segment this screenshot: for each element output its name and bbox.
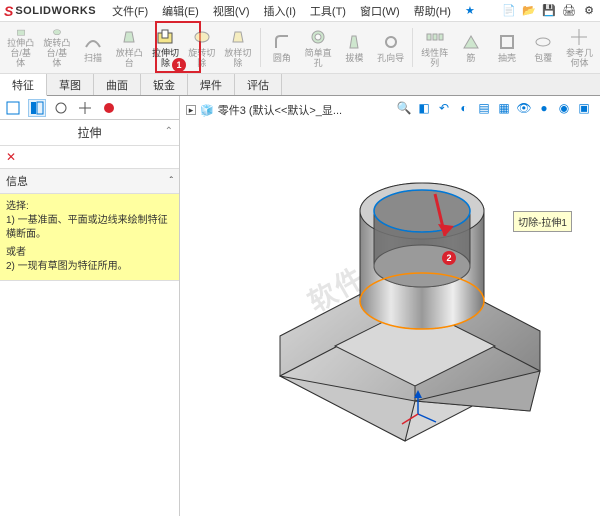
menu-help[interactable]: 帮助(H): [408, 1, 457, 21]
menu-quick-icons: 📄 📂 💾 🖨 ⚙: [502, 4, 596, 18]
tab-weld[interactable]: 焊件: [188, 74, 235, 95]
property-title: 拉伸 ⌃: [0, 120, 179, 146]
ribbon-separator-2: [412, 28, 413, 67]
display-style-icon[interactable]: ▦: [496, 100, 512, 116]
ribbon-sweep[interactable]: 扫描: [76, 24, 109, 72]
part-icon: 🧊: [200, 104, 214, 117]
menu-tools[interactable]: 工具(T): [304, 1, 352, 21]
property-message-box: 选择: 1) 一基准面、平面或边线来绘制特征横断面。 或者 2) 一现有草图为特…: [0, 194, 179, 281]
scene-icon[interactable]: ◉: [556, 100, 572, 116]
ribbon-loft-boss[interactable]: 放样凸台: [113, 24, 146, 72]
msg-line2: 2) 一现有草图为特征所用。: [6, 260, 173, 274]
zoom-area-icon[interactable]: ◧: [416, 100, 432, 116]
property-manager: 拉伸 ⌃ ✕ 信息 ˆ 选择: 1) 一基准面、平面或边线来绘制特征横断面。 或…: [0, 96, 180, 516]
ribbon-hole-wizard[interactable]: 孔向导: [374, 24, 407, 72]
sidebar-tab-feature-tree[interactable]: [4, 99, 22, 117]
property-pin-icon[interactable]: ⌃: [165, 126, 173, 137]
expand-icon[interactable]: ▸: [186, 105, 196, 115]
highlight-badge-2: 2: [442, 251, 456, 265]
ribbon-loft-cut[interactable]: 放样切除: [221, 24, 254, 72]
ribbon-revolve-cut[interactable]: 旋转切除: [185, 24, 218, 72]
sidebar-tab-strip: [0, 96, 179, 120]
ribbon-revolve-boss[interactable]: 旋转凸台/基体: [40, 24, 73, 72]
ribbon-toolbar: 1 拉伸凸台/基体 旋转凸台/基体 扫描 放样凸台 拉伸切除 旋转切除 放样切除…: [0, 22, 600, 74]
feature-callout[interactable]: 切除-拉伸1: [513, 211, 572, 232]
main-area: 拉伸 ⌃ ✕ 信息 ˆ 选择: 1) 一基准面、平面或边线来绘制特征横断面。 或…: [0, 96, 600, 516]
command-manager-tabs: 特征 草图 曲面 钣金 焊件 评估: [0, 74, 600, 96]
prev-view-icon[interactable]: ↶: [436, 100, 452, 116]
msg-select: 选择:: [6, 200, 173, 214]
ribbon-separator-1: [260, 28, 261, 67]
logo-prefix: S: [4, 3, 13, 19]
breadcrumb-part-name: 零件3 (默认<<默认>_显...: [218, 102, 342, 118]
tab-feature[interactable]: 特征: [0, 74, 47, 96]
menu-file[interactable]: 文件(F): [106, 1, 154, 21]
menu-bar: S SOLIDWORKS 文件(F) 编辑(E) 视图(V) 插入(I) 工具(…: [0, 0, 600, 22]
open-icon[interactable]: 📂: [522, 4, 536, 18]
menu-insert[interactable]: 插入(I): [258, 1, 302, 21]
tab-surface[interactable]: 曲面: [94, 74, 141, 95]
sidebar-tab-dim[interactable]: [76, 99, 94, 117]
ribbon-wrap[interactable]: 包覆: [527, 24, 560, 72]
ribbon-simple-hole[interactable]: 简单直孔: [302, 24, 335, 72]
appearance-icon[interactable]: ●: [536, 100, 552, 116]
msg-or: 或者: [6, 246, 173, 260]
property-info-header[interactable]: 信息 ˆ: [0, 169, 179, 194]
msg-line1: 1) 一基准面、平面或边线来绘制特征横断面。: [6, 214, 173, 242]
save-icon[interactable]: 💾: [542, 4, 556, 18]
print-icon[interactable]: 🖨: [562, 4, 576, 18]
property-info-label: 信息: [6, 173, 28, 189]
view-orient-icon[interactable]: ▤: [476, 100, 492, 116]
model-3d-view[interactable]: [240, 146, 580, 476]
tab-sheet[interactable]: 钣金: [141, 74, 188, 95]
property-title-text: 拉伸: [77, 126, 101, 140]
ribbon-extrude-cut[interactable]: 拉伸切除: [149, 24, 182, 72]
zoom-fit-icon[interactable]: 🔍: [396, 100, 412, 116]
hide-show-icon[interactable]: 👁: [516, 100, 532, 116]
ribbon-extrude-boss[interactable]: 拉伸凸台/基体: [4, 24, 37, 72]
collapse-icon[interactable]: ˆ: [170, 176, 173, 187]
property-close-row: ✕: [0, 146, 179, 169]
tab-evaluate[interactable]: 评估: [235, 74, 282, 95]
heads-up-toolbar: 🔍 ◧ ↶ ◐ ▤ ▦ 👁 ● ◉ ▣: [396, 100, 592, 116]
ribbon-linear-pattern[interactable]: 线性阵列: [418, 24, 451, 72]
ribbon-draft[interactable]: 拔模: [338, 24, 371, 72]
ribbon-shell[interactable]: 抽壳: [490, 24, 523, 72]
close-icon[interactable]: ✕: [6, 150, 16, 164]
sidebar-tab-property[interactable]: [28, 99, 46, 117]
new-icon[interactable]: 📄: [502, 4, 516, 18]
sidebar-tab-appearance[interactable]: [100, 99, 118, 117]
logo-text: SOLIDWORKS: [15, 5, 96, 17]
menu-window[interactable]: 窗口(W): [354, 1, 406, 21]
ribbon-rib[interactable]: 筋: [454, 24, 487, 72]
ribbon-ref-geom[interactable]: 参考几何体: [563, 24, 596, 72]
feature-tree-flyout[interactable]: ▸ 🧊 零件3 (默认<<默认>_显...: [186, 102, 342, 118]
sidebar-tab-config[interactable]: [52, 99, 70, 117]
app-logo: S SOLIDWORKS: [4, 3, 96, 19]
render-icon[interactable]: ▣: [576, 100, 592, 116]
options-icon[interactable]: ⚙: [582, 4, 596, 18]
menu-view[interactable]: 视图(V): [207, 1, 256, 21]
menu-star[interactable]: ★: [459, 2, 481, 19]
ribbon-fillet[interactable]: 圆角: [265, 24, 298, 72]
section-view-icon[interactable]: ◐: [456, 100, 472, 116]
tab-sketch[interactable]: 草图: [47, 74, 94, 95]
menu-edit[interactable]: 编辑(E): [156, 1, 205, 21]
graphics-viewport[interactable]: 🔍 ◧ ↶ ◐ ▤ ▦ 👁 ● ◉ ▣ ▸ 🧊 零件3 (默认<<默认>_显..…: [180, 96, 600, 516]
